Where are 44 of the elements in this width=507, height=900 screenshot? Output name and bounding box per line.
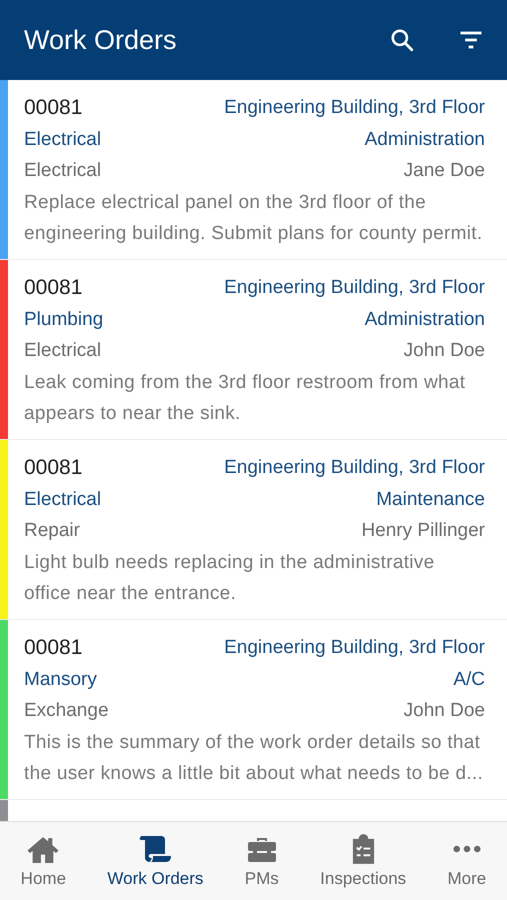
more-icon: [452, 844, 481, 854]
department-text: Maintenance: [376, 488, 485, 512]
trade-text: Plumbing: [24, 308, 104, 332]
location-text: Engineering Building, 3rd Floor: [224, 456, 485, 480]
department-text: Administration: [364, 308, 485, 332]
trade-text: Electrical: [24, 488, 102, 512]
tab-item[interactable]: Work Orders: [103, 833, 208, 889]
type-text: Electrical: [24, 339, 102, 363]
toolbox-icon: [246, 835, 278, 863]
description-text: This is the summary of the work order details so that the user knows a little bit about what needs to be d...: [24, 730, 484, 786]
work-order-card[interactable]: 00081 Engineering Building, 3rd Floor Mansory A/C Exchange John Doe This is the summary of the work order details so that the user knows a little bit about what needs to be d...: [0, 620, 507, 800]
work-order-card[interactable]: 00081 Engineering Building, 3rd Floor Electrical Administration Electrical Jane Doe Replace electrical panel on the 3rd floor of the engineering building. Submit plans for county permit.: [0, 80, 507, 260]
order-number: 00081: [24, 275, 82, 301]
trade-text: Electrical: [24, 128, 102, 152]
description-text: Light bulb needs replacing in the administrative office near the entrance.: [24, 550, 436, 606]
house-icon: [26, 834, 60, 864]
department-text: A/C: [453, 668, 485, 692]
tab-item[interactable]: PMs: [240, 833, 283, 889]
work-order-card[interactable]: 00081 Engineering Building, 3rd Floor Plumbing Administration Electrical John Doe Leak coming from the 3rd floor restroom from what appears to near the sink.: [0, 260, 507, 440]
page-title: Work Orders: [24, 24, 178, 56]
scroll-icon: [137, 834, 174, 864]
assignee-text: Jane Doe: [404, 159, 485, 183]
tab-item[interactable]: Inspections: [316, 833, 410, 889]
clipboard-icon: [350, 834, 376, 864]
trade-text: Mansory: [24, 668, 97, 692]
department-text: Administration: [364, 128, 485, 152]
location-text: Engineering Building, 3rd Floor: [224, 96, 485, 120]
work-order-card[interactable]: 00081 Engineering Building, 3rd Floor Electrical Maintenance Repair Henry Pillinger Light bulb needs replacing in the administrative office near the entrance.: [0, 440, 507, 620]
tab-item[interactable]: Home: [16, 833, 70, 889]
assignee-text: John Doe: [404, 699, 485, 723]
type-text: Exchange: [24, 699, 109, 723]
description-text: Leak coming from the 3rd floor restroom from what appears to near the sink.: [24, 370, 466, 426]
description-text: Replace electrical panel on the 3rd floor of the engineering building. Submit plans for county permit.: [24, 190, 484, 246]
location-text: Engineering Building, 3rd Floor: [224, 276, 485, 300]
assignee-text: Henry Pillinger: [361, 519, 485, 543]
order-number: 00081: [24, 455, 82, 481]
type-text: Repair: [24, 519, 80, 543]
assignee-text: John Doe: [404, 339, 485, 363]
location-text: Engineering Building, 3rd Floor: [224, 636, 485, 660]
search-icon[interactable]: [389, 27, 415, 53]
order-number: 00081: [24, 95, 82, 121]
type-text: Electrical: [24, 159, 102, 183]
order-number: 00081: [24, 635, 82, 661]
tab-item[interactable]: More: [444, 833, 490, 889]
